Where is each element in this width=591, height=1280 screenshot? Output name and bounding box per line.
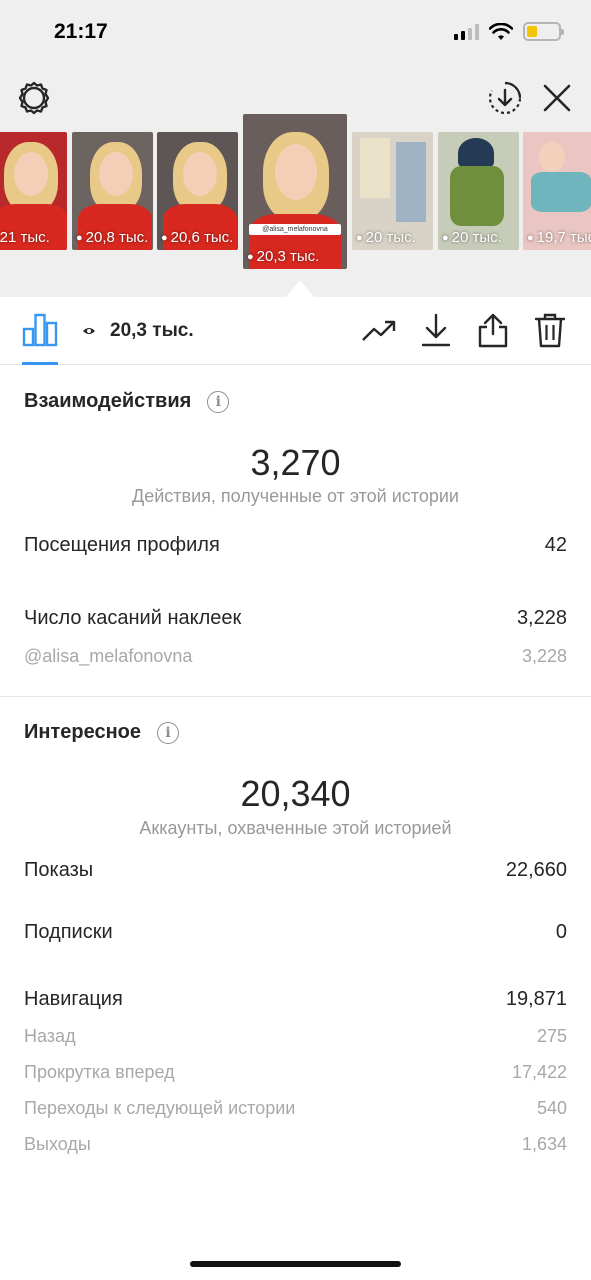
selected-story-pointer bbox=[286, 280, 314, 297]
story-thumbnail[interactable]: ● 20 тыс. bbox=[352, 132, 433, 250]
story-thumbnail[interactable]: ● 20,6 тыс. bbox=[157, 132, 238, 250]
views-count: 20,3 тыс. bbox=[82, 320, 194, 342]
story-views: ● 20,3 тыс. bbox=[247, 248, 320, 265]
stat-row-profile-visits: Посещения профиля 42 bbox=[24, 534, 567, 556]
stat-subrow-back: Назад 275 bbox=[24, 1026, 567, 1046]
stat-subrow-forward: Прокрутка вперед 17,422 bbox=[24, 1062, 567, 1082]
close-icon[interactable] bbox=[537, 78, 577, 118]
story-views: ●19,7 тыс. bbox=[527, 229, 591, 246]
stat-subrow-next-story: Переходы к следующей истории 540 bbox=[24, 1098, 567, 1118]
battery-icon bbox=[523, 22, 564, 41]
story-views: ● 20 тыс. bbox=[442, 229, 502, 246]
download-icon[interactable] bbox=[417, 311, 455, 349]
story-sticker-tag: @alisa_melafonovna bbox=[249, 224, 341, 235]
status-time: 21:17 bbox=[54, 20, 108, 43]
wifi-icon bbox=[489, 22, 513, 40]
trash-icon[interactable] bbox=[531, 311, 569, 349]
section-title-interactions: Взаимодействия i bbox=[24, 390, 230, 413]
story-views: ●21 тыс. bbox=[0, 229, 50, 246]
cellular-signal-icon bbox=[454, 23, 479, 40]
story-thumbnail[interactable]: ●21 тыс. bbox=[0, 132, 67, 250]
home-indicator[interactable] bbox=[190, 1261, 401, 1267]
battery-level bbox=[527, 26, 538, 37]
eye-icon bbox=[83, 328, 95, 334]
interactions-caption: Действия, полученные от этой истории bbox=[132, 486, 459, 506]
story-thumbnail-selected[interactable]: @alisa_melafonovna ● 20,3 тыс. bbox=[243, 114, 347, 269]
story-thumbnail[interactable]: ● 20 тыс. bbox=[438, 132, 519, 250]
interactions-total: 3,270 bbox=[250, 442, 341, 483]
info-icon[interactable]: i bbox=[157, 721, 179, 744]
story-views: ● 20 тыс. bbox=[356, 229, 416, 246]
stat-subrow-exits: Выходы 1,634 bbox=[24, 1134, 567, 1154]
story-views: ● 20,6 тыс. bbox=[161, 229, 234, 246]
story-thumbnail[interactable]: ● 20,8 тыс. bbox=[72, 132, 153, 250]
section-divider bbox=[0, 696, 591, 697]
gear-icon[interactable] bbox=[14, 78, 54, 118]
active-tab-indicator bbox=[22, 362, 58, 365]
discovery-caption: Аккаунты, охваченные этой историей bbox=[139, 818, 452, 838]
story-views: ● 20,8 тыс. bbox=[76, 229, 149, 246]
bar-chart-icon bbox=[22, 313, 58, 347]
story-thumbnails-strip[interactable]: ●21 тыс. ●20,8 тыс. ●20,6 тыс. @alisa_me… bbox=[0, 114, 591, 274]
trending-icon[interactable] bbox=[360, 311, 398, 349]
stat-row-impressions: Показы 22,660 bbox=[24, 859, 567, 881]
stat-row-sticker-taps: Число касаний наклеек 3,228 bbox=[24, 607, 567, 629]
story-thumbnail[interactable]: ●19,7 тыс. bbox=[523, 132, 591, 250]
section-title-discovery: Интересное i bbox=[24, 721, 179, 744]
stat-subrow-sticker-mention: @alisa_melafonovna 3,228 bbox=[24, 646, 567, 666]
info-icon[interactable]: i bbox=[207, 390, 230, 413]
story-header-area: 21:17 21 тыс. ● 20,8 тыс. ● 20,6 тыс. @a… bbox=[0, 0, 591, 297]
download-circle-icon[interactable] bbox=[485, 78, 525, 118]
stat-row-follows: Подписки 0 bbox=[24, 921, 567, 943]
insights-toolbar: 20,3 тыс. bbox=[0, 297, 591, 365]
discovery-total: 20,340 bbox=[240, 773, 351, 814]
stat-row-navigation: Навигация 19,871 bbox=[24, 988, 567, 1010]
share-icon[interactable] bbox=[474, 311, 512, 349]
tab-insights[interactable] bbox=[22, 313, 58, 365]
status-icons bbox=[454, 22, 564, 41]
